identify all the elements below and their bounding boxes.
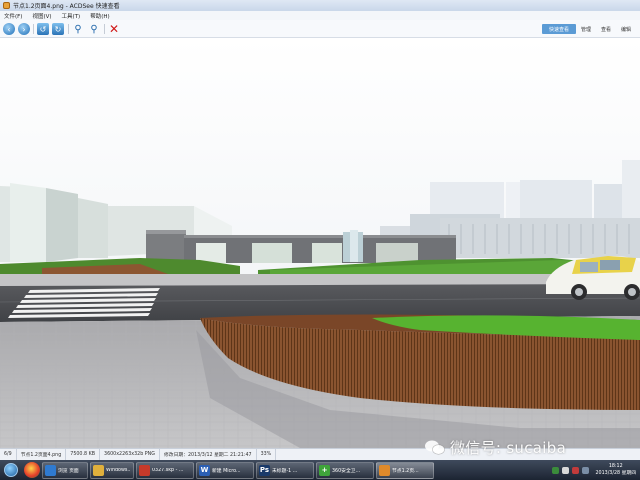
taskbar-item[interactable]: 0327.skp - ...: [136, 461, 194, 479]
taskbar-item[interactable]: 节点1.2页...: [376, 461, 434, 479]
menu-file[interactable]: 文件(F): [4, 12, 22, 20]
zoom-out-icon[interactable]: ⚲: [88, 23, 100, 35]
tray-flag-icon[interactable]: [582, 466, 590, 474]
rendered-image: [0, 38, 640, 448]
word-icon: W: [199, 464, 210, 476]
toolbar-separator: [33, 24, 34, 34]
folder-icon: [93, 464, 104, 476]
status-filesize: 7500.8 KB: [66, 449, 101, 460]
start-button[interactable]: [0, 460, 22, 480]
menu-view[interactable]: 视图(V): [32, 12, 51, 20]
windows-logo-icon: [4, 463, 18, 477]
system-tray: 18:12 2013/3/28 星期四: [552, 460, 640, 480]
window-title: 节点1.2页面4.png - ACDSee 快速查看: [13, 3, 120, 10]
next-icon[interactable]: ›: [18, 23, 30, 35]
sketchup-icon: [139, 464, 150, 476]
status-filename: 节点1.2页面4.png: [17, 449, 67, 460]
browser-icon: [45, 464, 56, 476]
tray-network-icon[interactable]: [552, 466, 560, 474]
clock-date: 2013/3/28 星期四: [595, 471, 636, 476]
taskbar-item[interactable]: 浏览 页面: [42, 461, 88, 479]
rotate-right-icon[interactable]: ↻: [52, 23, 64, 35]
mode-manage-button[interactable]: 管理: [578, 24, 594, 34]
security-icon: +: [319, 464, 330, 476]
mode-quick-view-button[interactable]: 快速查看: [542, 24, 576, 34]
chrome-icon[interactable]: [24, 462, 40, 478]
menu-bar: 文件(F) 视图(V) 工具(T) 帮助(H): [0, 11, 640, 20]
previous-icon[interactable]: ‹: [3, 23, 15, 35]
acdsee-app-icon: [3, 2, 10, 9]
acdsee-icon: [379, 464, 390, 476]
toolbar-separator: [104, 24, 105, 34]
status-modified: 修改日期：2013/3/12 星期二 21:21:47: [160, 449, 257, 460]
taskbar-item[interactable]: Ps 未标题-1 ...: [256, 461, 314, 479]
mode-view-button[interactable]: 查看: [598, 24, 614, 34]
rotate-left-icon[interactable]: ↺: [37, 23, 49, 35]
taskbar-item[interactable]: Windows...: [90, 461, 134, 479]
sidewalk: [0, 274, 640, 286]
image-viewer[interactable]: [0, 38, 640, 448]
tray-app-icon[interactable]: [572, 466, 580, 474]
taskbar-item[interactable]: + 360安全卫...: [316, 461, 374, 479]
menu-help[interactable]: 帮助(H): [90, 12, 109, 20]
watermark-text: 微信号: sucaiba: [450, 438, 567, 457]
taskbar-clock[interactable]: 18:12 2013/3/28 星期四: [595, 463, 636, 477]
taskbar-item[interactable]: W 新建 Micro...: [196, 461, 254, 479]
windows-taskbar: 浏览 页面 Windows... 0327.skp - ... W 新建 Mic…: [0, 460, 640, 480]
status-dimensions: 3600x2263x32b PNG: [100, 449, 160, 460]
wechat-logo-icon: [425, 440, 445, 455]
status-zoom: 33%: [257, 449, 277, 460]
zoom-in-icon[interactable]: ⚲: [72, 23, 84, 35]
delete-icon[interactable]: ✕: [108, 22, 120, 36]
photoshop-icon: Ps: [259, 464, 270, 476]
clock-time: 18:12: [608, 464, 623, 469]
mode-edit-button[interactable]: 编辑: [618, 24, 634, 34]
tray-volume-icon[interactable]: [562, 466, 570, 474]
toolbar-separator: [68, 24, 69, 34]
menu-tools[interactable]: 工具(T): [62, 12, 81, 20]
wechat-watermark: 微信号: sucaiba: [425, 437, 566, 457]
status-index: 6/9: [0, 449, 17, 460]
title-bar: 节点1.2页面4.png - ACDSee 快速查看: [0, 0, 640, 11]
toolbar: ‹ › ↺ ↻ ⚲ ⚲ ✕ 快速查看 管理 查看 编辑: [0, 20, 640, 38]
